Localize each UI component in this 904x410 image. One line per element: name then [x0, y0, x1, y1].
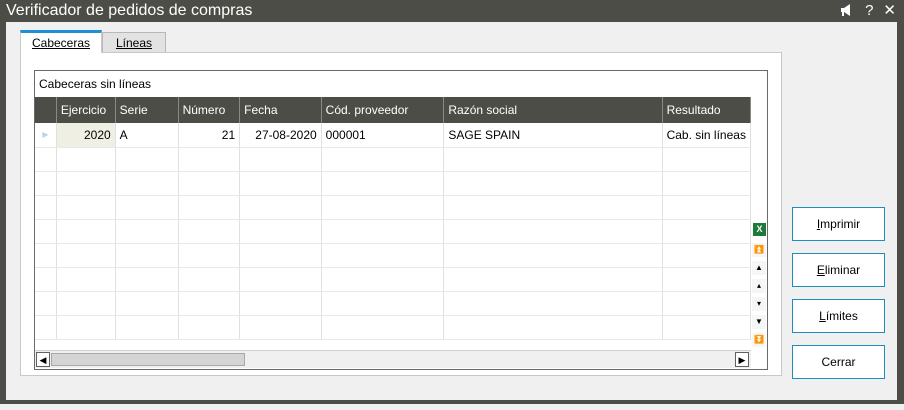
empty-row[interactable] — [35, 243, 751, 268]
tab-cabeceras[interactable]: Cabeceras — [20, 30, 102, 53]
row-indicator-header — [35, 97, 57, 123]
scroll-first-icon[interactable]: ⏫ — [752, 243, 766, 257]
scroll-page-down-icon[interactable]: ▼ — [752, 315, 766, 329]
cell-serie[interactable]: A — [115, 123, 179, 148]
close-icon[interactable]: ✕ — [883, 2, 896, 23]
window-title: Verificador de pedidos de compras — [6, 2, 253, 19]
cell-resultado[interactable]: Cab. sin líneas — [662, 123, 751, 148]
cell-ejercicio[interactable]: 2020 — [56, 123, 116, 148]
row-indicator: ▶ — [35, 123, 57, 148]
column-header-numero[interactable]: Número — [178, 97, 241, 123]
tab-panel: Cabeceras sin líneas Ejercicio Serie Núm… — [20, 52, 782, 376]
scroll-left-icon[interactable]: ◀ — [36, 352, 50, 367]
scroll-page-up-icon[interactable]: ▲ — [752, 261, 766, 275]
excel-export-icon[interactable]: X — [753, 223, 766, 236]
results-table: Ejercicio Serie Número Fecha Cód. provee… — [35, 97, 751, 340]
empty-row[interactable] — [35, 315, 751, 340]
column-header-fecha[interactable]: Fecha — [239, 97, 322, 123]
horizontal-scroll-thumb[interactable] — [51, 353, 245, 366]
column-header-serie[interactable]: Serie — [115, 97, 179, 123]
empty-row[interactable] — [35, 219, 751, 244]
header-row: Ejercicio Serie Número Fecha Cód. provee… — [35, 97, 751, 123]
tab-lineas[interactable]: Líneas — [102, 32, 166, 53]
empty-row[interactable] — [35, 267, 751, 292]
column-header-resultado[interactable]: Resultado — [662, 97, 751, 123]
empty-row[interactable] — [35, 291, 751, 316]
empty-row[interactable] — [35, 171, 751, 196]
scroll-up-icon[interactable]: ▴ — [752, 279, 766, 293]
imprimir-button[interactable]: Imprimir — [792, 207, 885, 241]
limites-button[interactable]: Límites — [792, 299, 885, 333]
grid-caption: Cabeceras sin líneas — [39, 77, 152, 91]
horizontal-scrollbar[interactable]: ◀ ▶ — [35, 350, 751, 368]
dialog-body: Cabeceras Líneas Cabeceras sin líneas Ej… — [6, 22, 897, 400]
app-window: Verificador de pedidos de compras ? ✕ Ca… — [0, 0, 904, 404]
table-row[interactable]: ▶ 2020 A 21 27-08-2020 000001 SAGE SPAIN… — [35, 123, 751, 148]
help-icon[interactable]: ? — [865, 2, 873, 23]
title-bar[interactable]: Verificador de pedidos de compras ? ✕ — [0, 0, 904, 22]
column-header-ejercicio[interactable]: Ejercicio — [56, 97, 116, 123]
empty-row[interactable] — [35, 195, 751, 220]
vertical-scroll-toolbar: X ⏫ ▲ ▴ ▾ ▼ ⏬ — [751, 97, 767, 350]
cell-cod-proveedor[interactable]: 000001 — [321, 123, 445, 148]
column-header-cod-proveedor[interactable]: Cód. proveedor — [321, 97, 445, 123]
scroll-right-icon[interactable]: ▶ — [735, 352, 749, 367]
cell-fecha[interactable]: 27-08-2020 — [239, 123, 322, 148]
eliminar-button[interactable]: Eliminar — [792, 253, 885, 287]
megaphone-icon[interactable] — [839, 2, 855, 23]
grid-frame: Cabeceras sin líneas Ejercicio Serie Núm… — [34, 70, 768, 370]
cerrar-button[interactable]: Cerrar — [792, 345, 885, 379]
cell-numero[interactable]: 21 — [178, 123, 241, 148]
cell-razon-social[interactable]: SAGE SPAIN — [443, 123, 663, 148]
scroll-last-icon[interactable]: ⏬ — [752, 333, 766, 347]
scroll-down-icon[interactable]: ▾ — [752, 297, 766, 311]
empty-row[interactable] — [35, 147, 751, 172]
column-header-razon-social[interactable]: Razón social — [443, 97, 663, 123]
data-grid[interactable]: Ejercicio Serie Número Fecha Cód. provee… — [35, 97, 751, 350]
desktop-strip — [0, 404, 904, 410]
